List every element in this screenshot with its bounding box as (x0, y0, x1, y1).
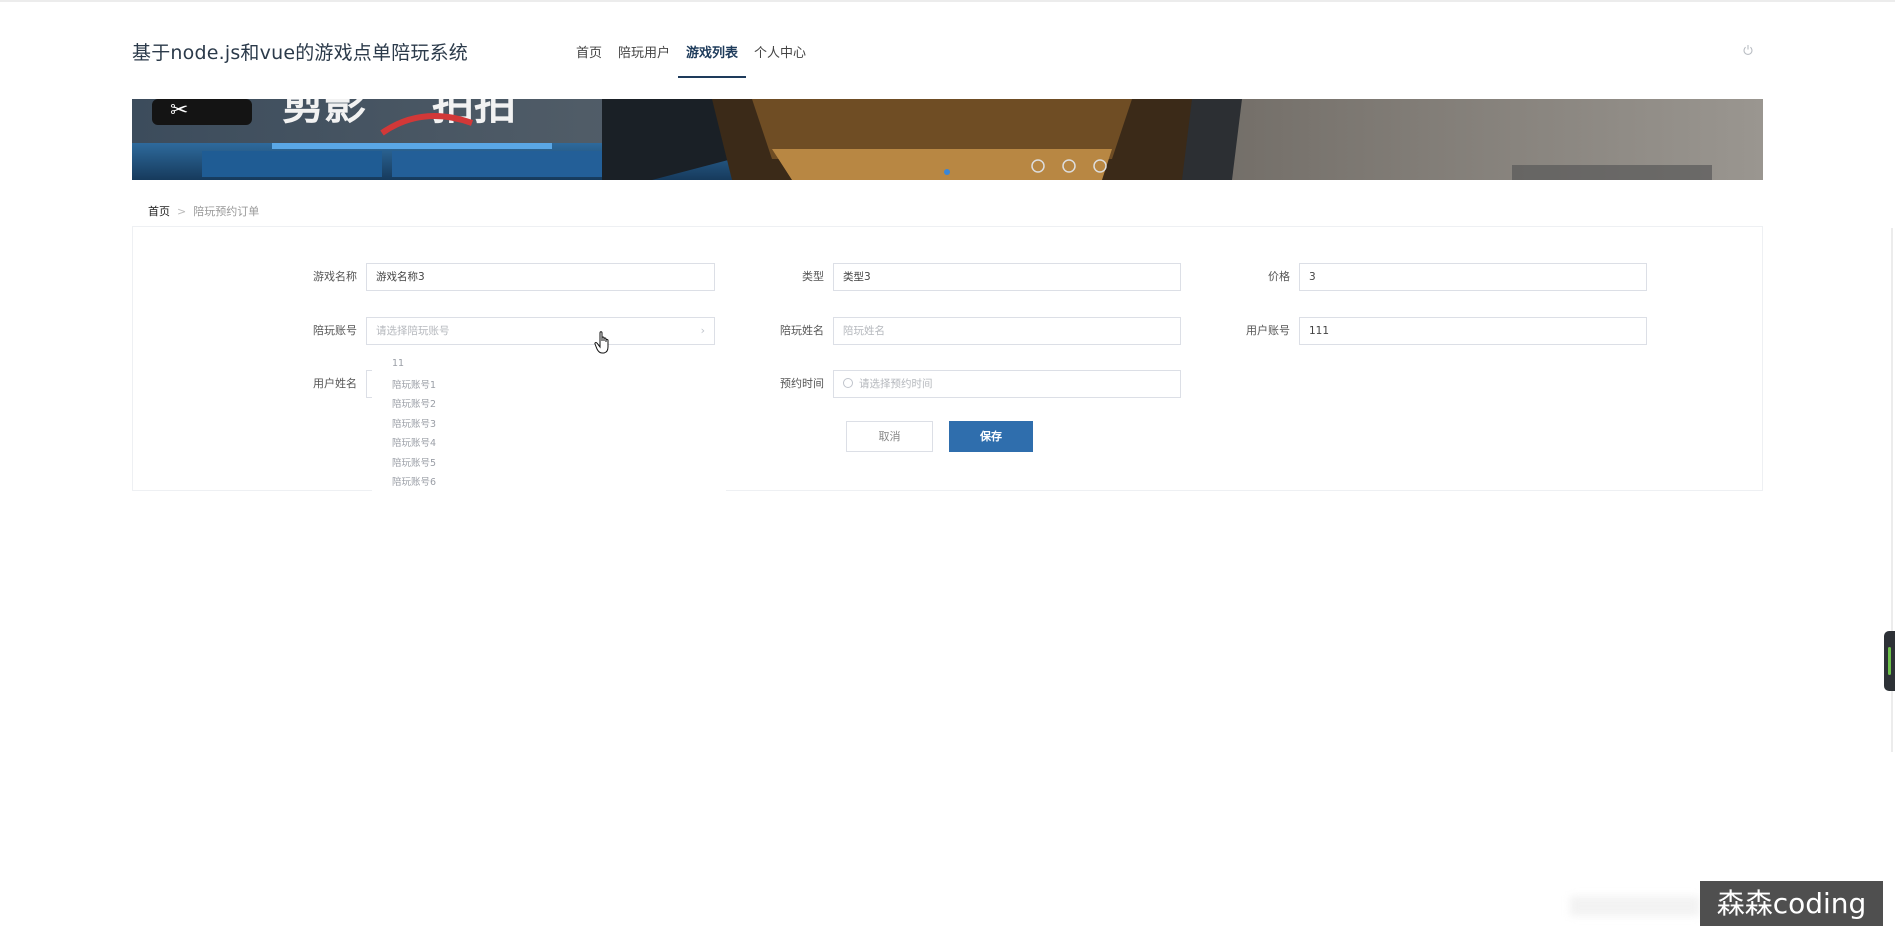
type-label: 类型 (802, 270, 824, 283)
booking-time-label: 预约时间 (780, 377, 824, 390)
top-divider (0, 0, 1895, 2)
price-label: 价格 (1268, 270, 1290, 283)
site-title: 基于node.js和vue的游戏点单陪玩系统 (132, 42, 469, 64)
breadcrumb-current: 陪玩预约订单 (193, 205, 260, 218)
companion-name-placeholder: 陪玩姓名 (843, 325, 885, 337)
companion-account-dropdown: 11 陪玩账号1 陪玩账号2 陪玩账号3 陪玩账号4 陪玩账号5 陪玩账号6 (372, 355, 726, 495)
dropdown-option[interactable]: 陪玩账号4 (392, 435, 436, 449)
price-field[interactable]: 3 (1299, 263, 1647, 291)
dropdown-option[interactable]: 陪玩账号3 (392, 416, 436, 430)
nav-game-list[interactable]: 游戏列表 (678, 42, 747, 78)
banner-carousel[interactable]: ✂ 剪影 拍拍 (132, 99, 1763, 180)
cancel-button[interactable]: 取消 (846, 421, 933, 452)
game-name-label: 游戏名称 (313, 270, 357, 283)
watermark: 森森coding (1700, 881, 1883, 926)
booking-time-picker[interactable]: 请选择预约时间 (833, 370, 1181, 398)
price-value: 3 (1309, 271, 1316, 283)
breadcrumb-home[interactable]: 首页 (148, 205, 170, 218)
user-name-label: 用户姓名 (313, 377, 357, 390)
breadcrumb-separator: > (177, 205, 187, 218)
companion-name-label: 陪玩姓名 (780, 324, 824, 337)
companion-account-select[interactable]: 请选择陪玩账号 › (366, 317, 715, 345)
main-nav: 首页 陪玩用户 游戏列表 个人中心 (576, 42, 822, 78)
game-name-value: 游戏名称3 (376, 271, 425, 283)
booking-time-placeholder: 请选择预约时间 (859, 378, 933, 390)
type-field[interactable]: 类型3 (833, 263, 1181, 291)
clock-icon (843, 378, 853, 388)
companion-account-placeholder: 请选择陪玩账号 (376, 325, 450, 337)
nav-companion-users[interactable]: 陪玩用户 (618, 42, 670, 78)
nav-personal-center[interactable]: 个人中心 (754, 42, 806, 78)
power-icon[interactable] (1742, 44, 1754, 56)
dropdown-option[interactable]: 陪玩账号5 (392, 455, 436, 469)
companion-name-field[interactable]: 陪玩姓名 (833, 317, 1181, 345)
breadcrumb: 首页 > 陪玩预约订单 (148, 203, 259, 219)
dropdown-option[interactable]: 陪玩账号1 (392, 377, 436, 391)
side-float-widget[interactable] (1884, 631, 1895, 691)
user-account-field[interactable]: 111 (1299, 317, 1647, 345)
user-account-label: 用户账号 (1246, 324, 1290, 337)
svg-text:✂: ✂ (170, 99, 188, 123)
type-value: 类型3 (843, 271, 871, 283)
banner-image: ✂ 剪影 拍拍 (132, 99, 1763, 180)
companion-account-label: 陪玩账号 (313, 324, 357, 337)
chevron-right-icon: › (700, 324, 705, 337)
game-name-field[interactable]: 游戏名称3 (366, 263, 715, 291)
hand-pointer-icon (594, 331, 609, 354)
dropdown-option[interactable]: 陪玩账号6 (392, 474, 436, 488)
dropdown-option[interactable]: 陪玩账号2 (392, 396, 436, 410)
nav-home[interactable]: 首页 (576, 42, 602, 78)
save-button[interactable]: 保存 (949, 421, 1033, 452)
svg-text:剪影: 剪影 (282, 99, 366, 129)
blurred-overlay (1570, 896, 1700, 916)
user-account-value: 111 (1309, 325, 1330, 337)
dropdown-option[interactable]: 11 (392, 358, 404, 369)
